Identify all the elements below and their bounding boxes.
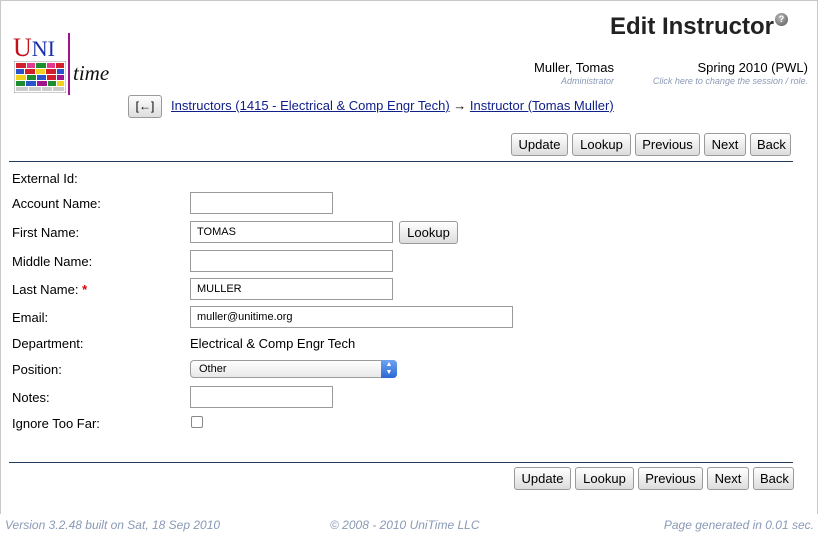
user-role: Administrator — [560, 76, 614, 86]
first-name-lookup-button[interactable]: Lookup — [399, 221, 458, 244]
footer-generated: Page generated in 0.01 sec. — [663, 518, 814, 532]
notes-field[interactable] — [190, 386, 333, 408]
department-value: Electrical & Comp Engr Tech — [190, 336, 356, 351]
footer-version: Version 3.2.48 built on Sat, 18 Sep 2010 — [5, 518, 221, 532]
unitime-logo[interactable]: UNI time — [13, 33, 125, 95]
previous-button-bottom[interactable]: Previous — [638, 467, 703, 490]
department-label: Department: — [12, 336, 84, 351]
account-name-field[interactable] — [190, 192, 333, 214]
user-name: Muller, Tomas — [534, 60, 614, 75]
bottom-divider — [9, 462, 793, 463]
user-info[interactable]: Muller, Tomas Administrator — [500, 60, 614, 86]
session-hint: Click here to change the session / role. — [652, 76, 808, 86]
first-name-field[interactable]: TOMAS — [190, 221, 393, 243]
external-id-label: External Id: — [12, 171, 78, 186]
ignore-too-far-checkbox[interactable] — [191, 416, 203, 428]
top-divider — [9, 161, 793, 162]
logo-timetable-icon — [14, 61, 66, 93]
update-button-top[interactable]: Update — [511, 133, 568, 156]
email-label: Email: — [12, 310, 49, 325]
email-field[interactable]: muller@unitime.org — [190, 306, 513, 328]
position-label: Position: — [12, 362, 62, 377]
position-selected-value: Other — [199, 363, 227, 375]
session-info[interactable]: Spring 2010 (PWL) Click here to change t… — [630, 60, 808, 86]
back-button-top[interactable]: Back — [750, 133, 791, 156]
last-name-label-text: Last Name: — [12, 282, 79, 297]
previous-button-top[interactable]: Previous — [635, 133, 700, 156]
page-title-text: Edit Instructor — [609, 13, 774, 40]
middle-name-label: Middle Name: — [12, 254, 93, 269]
required-marker: * — [82, 282, 88, 297]
logo-divider — [68, 33, 70, 95]
next-button-bottom[interactable]: Next — [707, 467, 749, 490]
select-arrows-icon: ▲ ▼ — [381, 360, 397, 378]
logo-uni: UNI — [13, 33, 55, 62]
back-button-bottom[interactable]: Back — [753, 467, 794, 490]
breadcrumb: Instructors (1415 - Electrical & Comp En… — [171, 98, 614, 113]
middle-name-field[interactable] — [190, 250, 393, 272]
breadcrumb-back-button[interactable]: [←] — [128, 95, 162, 118]
help-icon[interactable]: ? — [775, 13, 788, 26]
position-select[interactable]: Other ▲ ▼ — [190, 360, 397, 378]
first-name-label: First Name: — [12, 225, 80, 240]
session-name: Spring 2010 (PWL) — [697, 60, 808, 75]
lookup-button-bottom[interactable]: Lookup — [575, 467, 634, 490]
footer-copyright[interactable]: © 2008 - 2010 UniTime LLC — [330, 518, 479, 532]
breadcrumb-instructors-link[interactable]: Instructors (1415 - Electrical & Comp En… — [171, 98, 450, 113]
ignore-too-far-label: Ignore Too Far: — [12, 416, 100, 431]
lookup-button-top[interactable]: Lookup — [572, 133, 631, 156]
account-name-label: Account Name: — [12, 196, 101, 211]
logo-time: time — [73, 61, 110, 85]
update-button-bottom[interactable]: Update — [514, 467, 571, 490]
last-name-label: Last Name: * — [12, 282, 87, 297]
breadcrumb-instructor-link[interactable]: Instructor (Tomas Muller) — [470, 98, 614, 113]
breadcrumb-separator: → — [453, 98, 467, 113]
notes-label: Notes: — [12, 390, 50, 405]
last-name-field[interactable]: MULLER — [190, 278, 393, 300]
next-button-top[interactable]: Next — [704, 133, 746, 156]
page-title: Edit Instructor — [610, 13, 774, 41]
